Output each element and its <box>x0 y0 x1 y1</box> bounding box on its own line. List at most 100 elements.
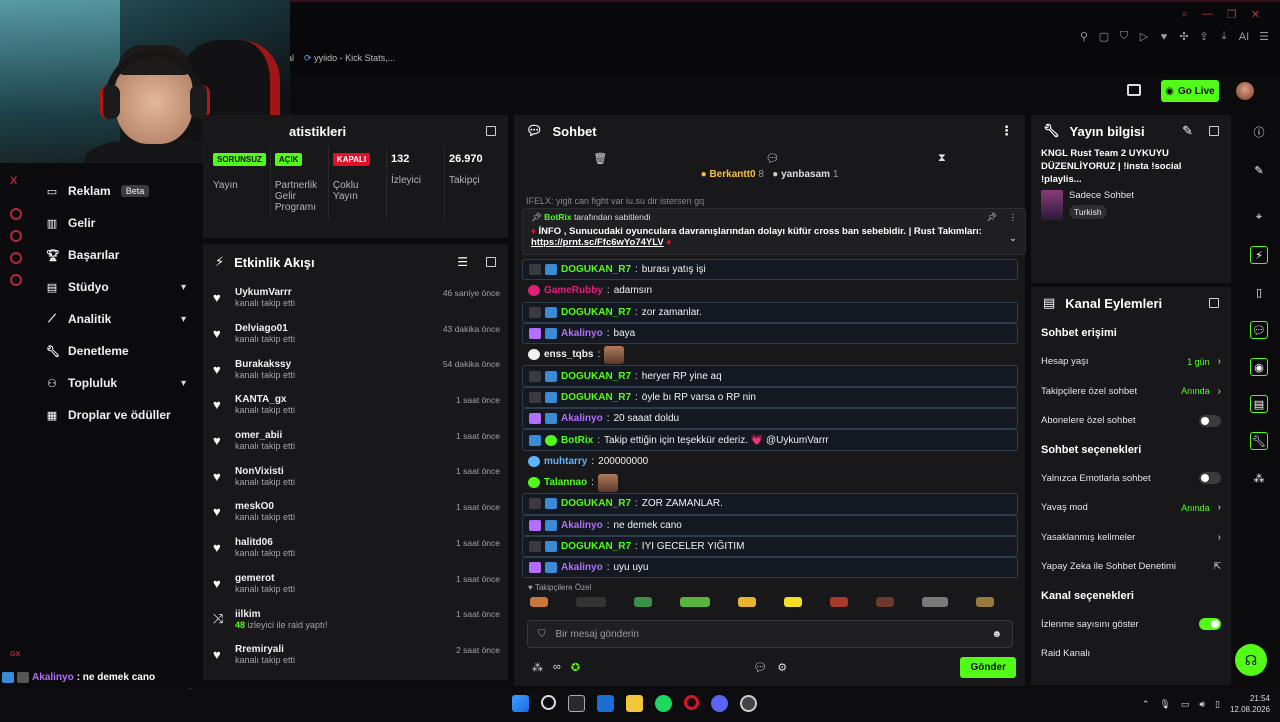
list-item[interactable]: ♥ gemerot kanalı takip etti 1 saat önce <box>203 566 508 602</box>
clock-icon[interactable] <box>10 230 22 242</box>
minimize-icon[interactable]: — <box>1202 8 1213 21</box>
battery-icon[interactable]: ▯ <box>1215 699 1220 710</box>
chat-message[interactable]: DOGUKAN_R7: burası yatış işi <box>522 259 1018 281</box>
chevron-up-icon[interactable]: ⌃ <box>1142 699 1150 710</box>
chat-message[interactable]: BotRix: Takip ettiğin için teşekkür ederi… <box>522 429 1018 451</box>
crop-icon[interactable]: ▢ <box>1098 30 1110 43</box>
setting-row[interactable]: Raid Kanalı <box>1031 639 1231 669</box>
feed-user[interactable]: iilkim <box>235 609 328 620</box>
chat-username[interactable]: DOGUKAN_R7 <box>561 392 631 403</box>
heart-icon[interactable]: ♥ <box>1158 31 1170 43</box>
sidebar-item-studyo[interactable]: ▤ Stüdyo ▾ <box>30 271 200 303</box>
chat-message[interactable]: Akalinyo: uyu uyu <box>522 557 1018 579</box>
sidebar-item-reklam[interactable]: ▭ Reklam Beta <box>30 175 200 207</box>
feed-user[interactable]: halitd06 <box>235 537 295 548</box>
chat-username[interactable]: DOGUKAN_R7 <box>561 498 631 509</box>
botrix-icon[interactable]: ✪ <box>571 661 580 674</box>
feed-user[interactable]: Burakakssy <box>235 359 295 370</box>
chat-message[interactable]: muhtarry:200000000 <box>522 451 1018 472</box>
chat-username[interactable]: DOGUKAN_R7 <box>561 541 631 552</box>
clock[interactable]: 21:54 12.08.2026 <box>1230 693 1270 715</box>
category-name[interactable]: Sadece Sohbet <box>1069 190 1134 201</box>
list-item[interactable]: ♥ omer_abii kanalı takip etti 1 saat önce <box>203 423 508 459</box>
bookmark-item[interactable]: ⟳ yyiido - Kick Stats,... <box>304 53 395 64</box>
list-item[interactable]: ♥ Delviago01 kanalı takip etti 43 dakika ön… <box>203 316 508 352</box>
feed-user[interactable]: meskO0 <box>235 501 295 512</box>
obs-icon[interactable] <box>740 695 757 712</box>
feed-user[interactable]: Rremiryali <box>235 644 295 655</box>
volume-icon[interactable]: 🔊︎ <box>1199 699 1205 710</box>
kick-points-icon[interactable]: ⁂ <box>1251 470 1267 486</box>
opera-icon[interactable] <box>684 695 699 710</box>
chat-username[interactable]: enss_tqbs <box>544 349 593 360</box>
channel-icon[interactable]: ▤ <box>1250 395 1268 413</box>
search-icon[interactable] <box>541 695 556 710</box>
chat-message[interactable]: enss_tqbs: <box>522 344 1018 365</box>
chat-username[interactable]: DOGUKAN_R7 <box>561 371 631 382</box>
toggle-switch[interactable] <box>1199 472 1221 485</box>
sidebar-item-gelir[interactable]: ▥ Gelir <box>30 207 200 239</box>
setting-row[interactable]: Yasaklanmış kelimeler › <box>1031 523 1231 553</box>
windows-start-icon[interactable] <box>512 695 529 712</box>
outlook-icon[interactable] <box>597 695 614 712</box>
top-chatter-name[interactable]: yanbasam <box>781 169 830 180</box>
trash-icon[interactable]: 🗑︎ <box>593 152 607 165</box>
popout-icon[interactable] <box>1209 298 1219 308</box>
store-icon[interactable] <box>568 695 585 712</box>
chat-username[interactable]: muhtarry <box>544 456 587 467</box>
sidebar-item-analitik[interactable]: ⟋ Analitik ▾ <box>30 303 200 335</box>
avatar[interactable] <box>1236 82 1254 100</box>
chat-username[interactable]: Akalinyo <box>561 413 603 424</box>
popout-icon[interactable] <box>486 126 496 136</box>
pin-icon[interactable]: ⚲ <box>1078 30 1090 43</box>
hourglass-icon[interactable]: ⧗ <box>938 152 946 165</box>
pinned-link[interactable]: https://prnt.sc/Ffc6wYo74YLV <box>531 237 664 248</box>
menu-icon[interactable]: ☰ <box>1258 30 1270 43</box>
clip-icon[interactable] <box>1127 84 1141 96</box>
emote[interactable] <box>576 597 606 607</box>
edit-icon[interactable]: ✎ <box>1251 162 1267 178</box>
setting-row[interactable]: Hesap yaşı 1 gün › <box>1031 347 1231 377</box>
chat-message[interactable]: DOGUKAN_R7: öyle bı RP varsa o RP nin <box>522 386 1018 409</box>
pinned-message[interactable]: 📌︎ BotRix tarafından sabitlendi 📌︎ ⋮ ♦ İ… <box>522 208 1026 255</box>
sidebar-item-denetleme[interactable]: 🔧︎ Denetleme <box>30 335 200 367</box>
more-icon[interactable]: ⋮ <box>1000 123 1013 139</box>
discord-icon[interactable] <box>10 252 22 264</box>
go-live-button[interactable]: ◉ Go Live <box>1161 80 1219 102</box>
chat-message[interactable]: DOGUKAN_R7: ZOR ZAMANLAR. <box>522 493 1018 515</box>
feed-user[interactable]: gemerot <box>235 573 295 584</box>
unpin-icon[interactable]: 📌︎ <box>986 212 997 223</box>
popout-icon[interactable] <box>1209 126 1219 136</box>
chat-bubble-icon[interactable]: 💬︎ <box>1250 321 1268 339</box>
emoji-icon[interactable]: ☻ <box>991 629 1002 640</box>
feed-user[interactable]: KANTA_gx <box>235 394 295 405</box>
maximize-icon[interactable]: ❐ <box>1227 8 1237 21</box>
chat-username[interactable]: Talannao <box>544 477 587 488</box>
setting-row[interactable]: İzlenme sayısını göster <box>1031 610 1231 640</box>
chat-message[interactable]: Akalinyo:20 saaat doldu <box>522 408 1018 430</box>
filter-icon[interactable]: ☰ <box>457 255 468 269</box>
settings-icon[interactable] <box>10 274 22 286</box>
chat-username[interactable]: BotRix <box>561 435 593 446</box>
emote[interactable] <box>784 597 802 607</box>
extensions-icon[interactable]: ✣ <box>1178 30 1190 43</box>
setting-row[interactable]: Yapay Zeka ile Sohbet Denetimi ⇱ <box>1031 552 1231 582</box>
document-icon[interactable]: ▯ <box>1251 284 1267 300</box>
chat-message[interactable]: Talannao: <box>522 472 1018 493</box>
setting-row[interactable]: Abonelere özel sohbet <box>1031 406 1231 436</box>
chat-message[interactable]: DOGUKAN_R7: IYI GECELER YIĞITIM <box>522 535 1018 558</box>
list-item[interactable]: ♥ NonVixisti kanalı takip etti 1 saat önce <box>203 458 508 494</box>
sidebar-item-topluluk[interactable]: ⚇ Topluluk ▾ <box>30 367 200 399</box>
setting-row[interactable]: Yavaş mod Anında › <box>1031 493 1231 523</box>
infinity-icon[interactable]: ∞ <box>553 661 561 673</box>
toggle-switch[interactable] <box>1199 414 1221 427</box>
target-icon[interactable]: ⌖ <box>1251 209 1267 225</box>
list-item[interactable]: ♥ meskO0 kanalı takip etti 1 saat önce <box>203 494 508 530</box>
feed-user[interactable]: omer_abii <box>235 430 295 441</box>
record-icon[interactable] <box>10 208 22 220</box>
sidebar-item-droplar[interactable]: ▦ Droplar ve ödüller <box>30 399 200 431</box>
emote[interactable] <box>738 597 756 607</box>
chat-message[interactable]: Akalinyo: ne demek cano <box>522 514 1018 536</box>
chat-message[interactable]: Akalinyo: baya <box>522 322 1018 345</box>
chevron-down-icon[interactable]: ⌄ <box>1009 233 1017 244</box>
